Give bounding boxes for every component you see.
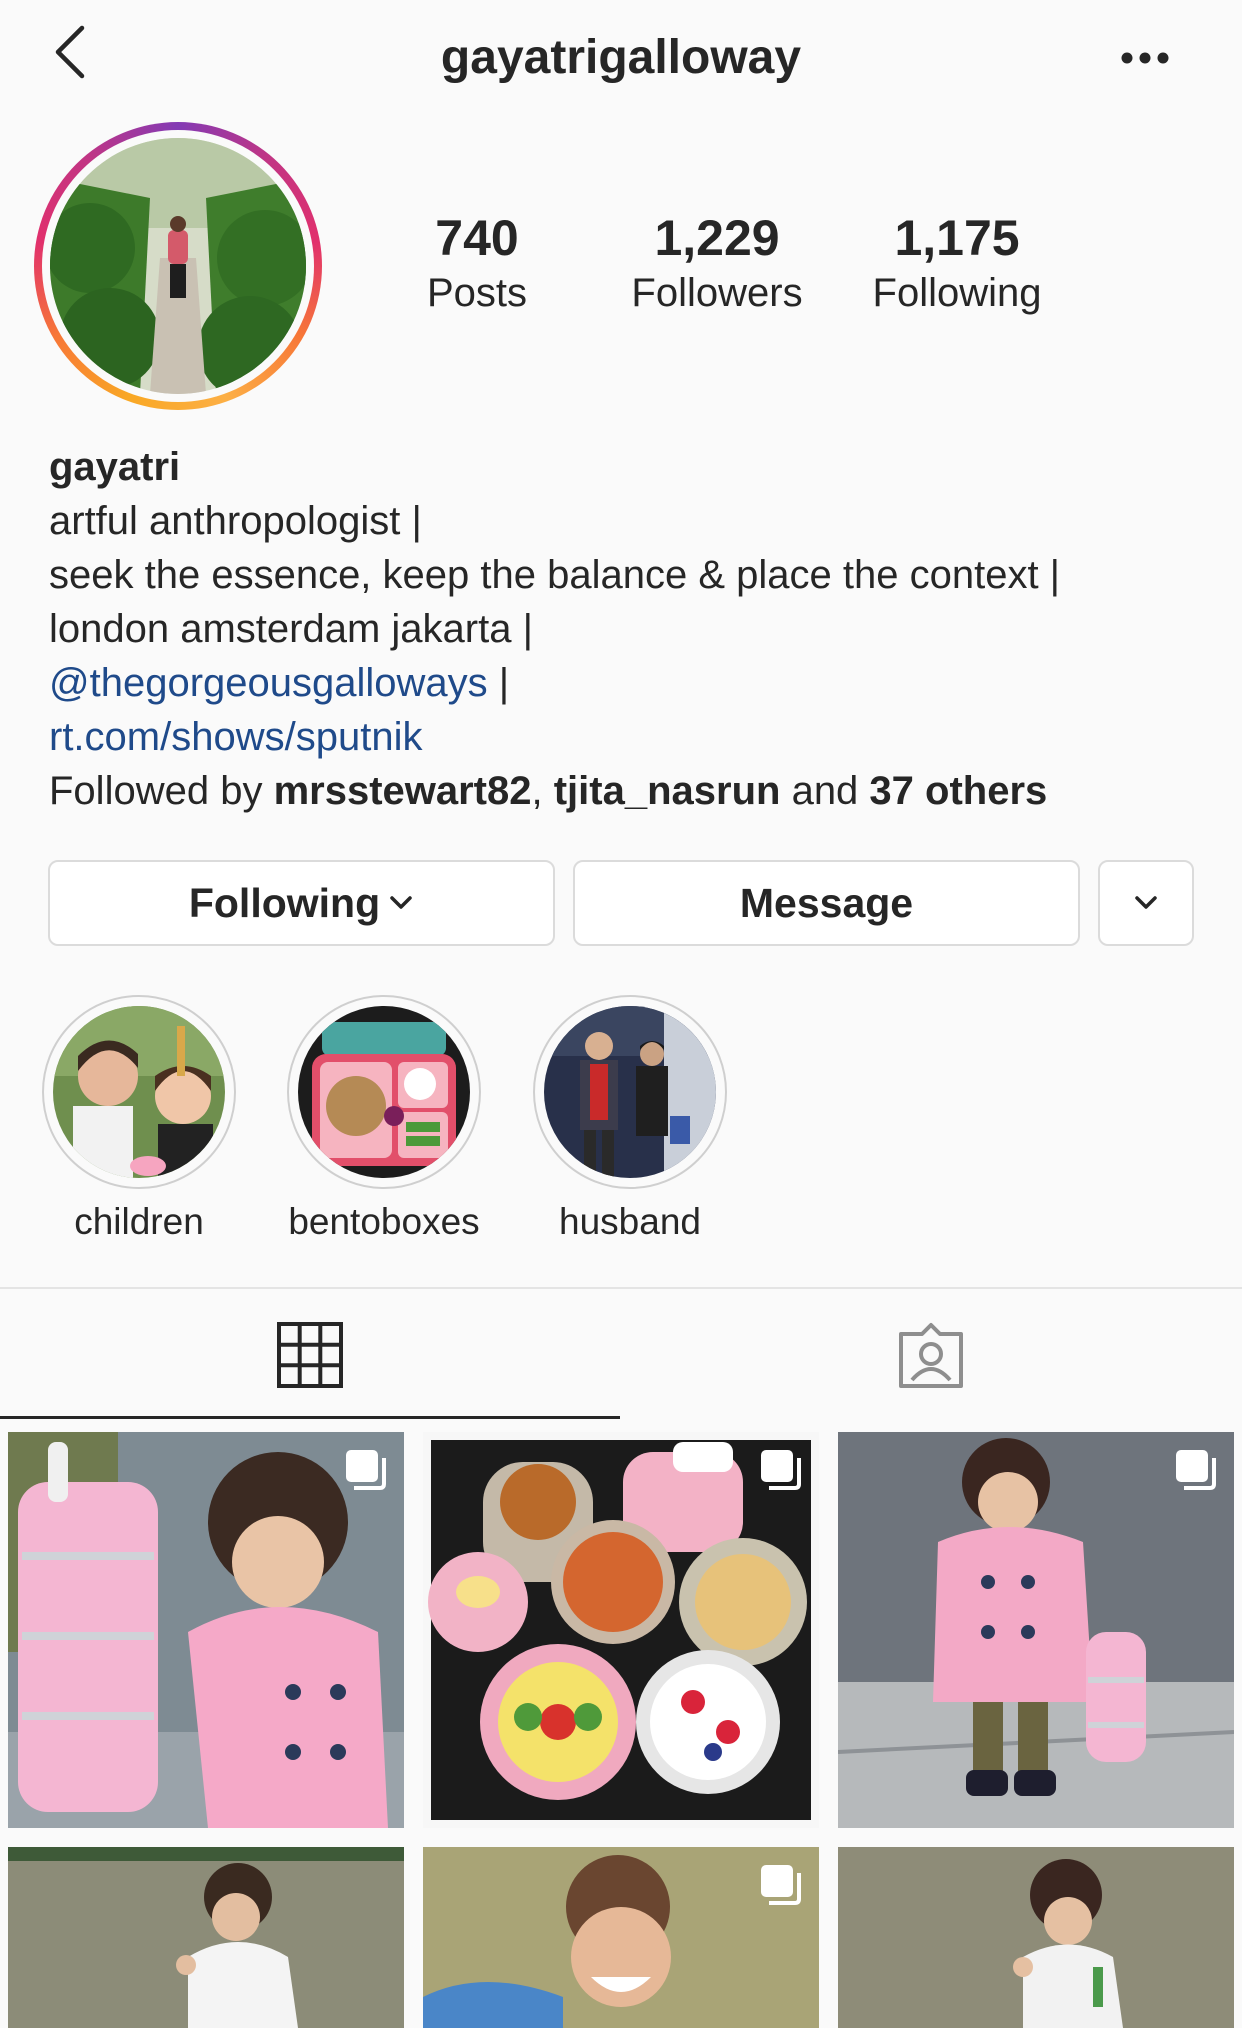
- tab-tagged[interactable]: [621, 1289, 1242, 1419]
- highlight-cover: [544, 1006, 716, 1178]
- highlight-cover: [53, 1006, 225, 1178]
- carousel-icon: [1176, 1450, 1216, 1490]
- suggested-accounts-button[interactable]: [1098, 860, 1194, 946]
- carousel-icon: [761, 1450, 801, 1490]
- tab-posts-grid[interactable]: [0, 1289, 621, 1419]
- highlight-label: children: [74, 1201, 204, 1242]
- highlight-bentoboxes[interactable]: bentoboxes: [286, 995, 482, 1243]
- post-thumbnail[interactable]: [423, 1432, 819, 1828]
- ellipsis-icon: [1121, 52, 1169, 64]
- highlight-cover: [298, 1006, 470, 1178]
- bio-mention-link[interactable]: @thegorgeousgalloways: [49, 661, 488, 705]
- highlight-children[interactable]: children: [41, 995, 237, 1243]
- following-label: Following: [872, 270, 1042, 315]
- followers-count: 1,229: [654, 210, 780, 266]
- message-button[interactable]: Message: [573, 860, 1080, 946]
- followed-by-user[interactable]: mrsstewart82: [274, 769, 532, 813]
- profile-avatar[interactable]: [34, 122, 322, 410]
- followers-stat[interactable]: 1,229 Followers: [607, 212, 827, 316]
- following-button[interactable]: Following: [48, 860, 555, 946]
- highlight-label: husband: [559, 1201, 701, 1242]
- top-bar: gayatrigalloway: [0, 0, 1242, 115]
- posts-label: Posts: [426, 270, 528, 315]
- bio-line: artful anthropologist |: [49, 499, 422, 543]
- followed-by-prefix: Followed by: [49, 769, 274, 813]
- followers-label: Followers: [631, 270, 803, 315]
- avatar-photo: [50, 138, 306, 394]
- carousel-icon: [346, 1450, 386, 1490]
- following-stat[interactable]: 1,175 Following: [847, 212, 1067, 316]
- grid-icon: [277, 1322, 343, 1388]
- tagged-icon: [899, 1323, 963, 1388]
- followed-by-user[interactable]: tjita_nasrun: [554, 769, 781, 813]
- more-options-button[interactable]: [1115, 40, 1175, 76]
- highlight-label: bentoboxes: [288, 1201, 480, 1242]
- following-count: 1,175: [894, 210, 1020, 266]
- profile-display-name: gayatri: [49, 445, 181, 489]
- post-thumbnail[interactable]: [8, 1847, 404, 2028]
- followed-by-and: and: [780, 769, 870, 813]
- carousel-icon: [761, 1865, 801, 1905]
- message-button-label: Message: [739, 879, 914, 926]
- profile-username: gayatrigalloway: [440, 31, 802, 84]
- followed-by-others[interactable]: 37 others: [869, 769, 1047, 813]
- post-thumbnail[interactable]: [838, 1847, 1234, 2028]
- posts-stat[interactable]: 740 Posts: [367, 212, 587, 316]
- chevron-down-icon: [1135, 896, 1157, 909]
- followed-by-separator: ,: [531, 769, 554, 813]
- bio-mention-suffix: |: [487, 661, 510, 705]
- bio-mention-line: @thegorgeousgalloways |: [49, 656, 1209, 710]
- profile-bio: gayatri artful anthropologist | seek the…: [49, 440, 1209, 818]
- posts-count: 740: [435, 210, 519, 266]
- highlight-husband[interactable]: husband: [532, 995, 728, 1243]
- bio-line: london amsterdam jakarta |: [49, 607, 533, 651]
- post-thumbnail[interactable]: [8, 1432, 404, 1828]
- post-thumbnail[interactable]: [838, 1432, 1234, 1828]
- bio-line: seek the essence, keep the balance & pla…: [49, 553, 1061, 597]
- post-thumbnail[interactable]: [423, 1847, 819, 2028]
- following-button-label: Following: [188, 879, 381, 926]
- active-tab-indicator: [0, 1416, 620, 1419]
- bio-website-link[interactable]: rt.com/shows/sputnik: [49, 715, 422, 759]
- followed-by-line[interactable]: Followed by mrsstewart82, tjita_nasrun a…: [49, 764, 1209, 818]
- chevron-down-icon: [390, 896, 412, 909]
